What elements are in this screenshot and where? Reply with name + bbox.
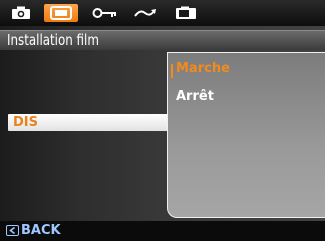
option-marche[interactable]: Marche xyxy=(176,61,230,76)
option-arret[interactable]: Arrêt xyxy=(176,89,214,104)
options-panel: Marche Arrêt xyxy=(167,52,325,218)
page-title: Installation film xyxy=(7,31,99,49)
back-label: BACK xyxy=(21,223,61,238)
tab-display[interactable] xyxy=(44,4,78,22)
tab-settings[interactable] xyxy=(90,4,120,22)
top-menu-bar xyxy=(0,0,325,26)
back-arrow-icon xyxy=(6,225,19,236)
playback-screen-icon xyxy=(176,6,196,19)
tab-camera[interactable] xyxy=(8,4,34,22)
selection-cursor xyxy=(171,64,173,78)
display-frame-icon xyxy=(50,6,72,20)
menu-item-dis[interactable]: DIS xyxy=(8,114,171,131)
tab-transfer[interactable] xyxy=(131,4,161,22)
title-bar: Installation film xyxy=(0,30,325,50)
camera-menu-screen: Installation film DIS Marche Arrêt BACK xyxy=(0,0,325,241)
transfer-wave-icon xyxy=(134,9,156,17)
camera-icon xyxy=(12,6,30,19)
key-settings-icon xyxy=(92,8,116,18)
bottom-bar: BACK xyxy=(0,221,325,241)
tab-playback[interactable] xyxy=(172,4,200,22)
menu-item-label: DIS xyxy=(13,115,38,130)
